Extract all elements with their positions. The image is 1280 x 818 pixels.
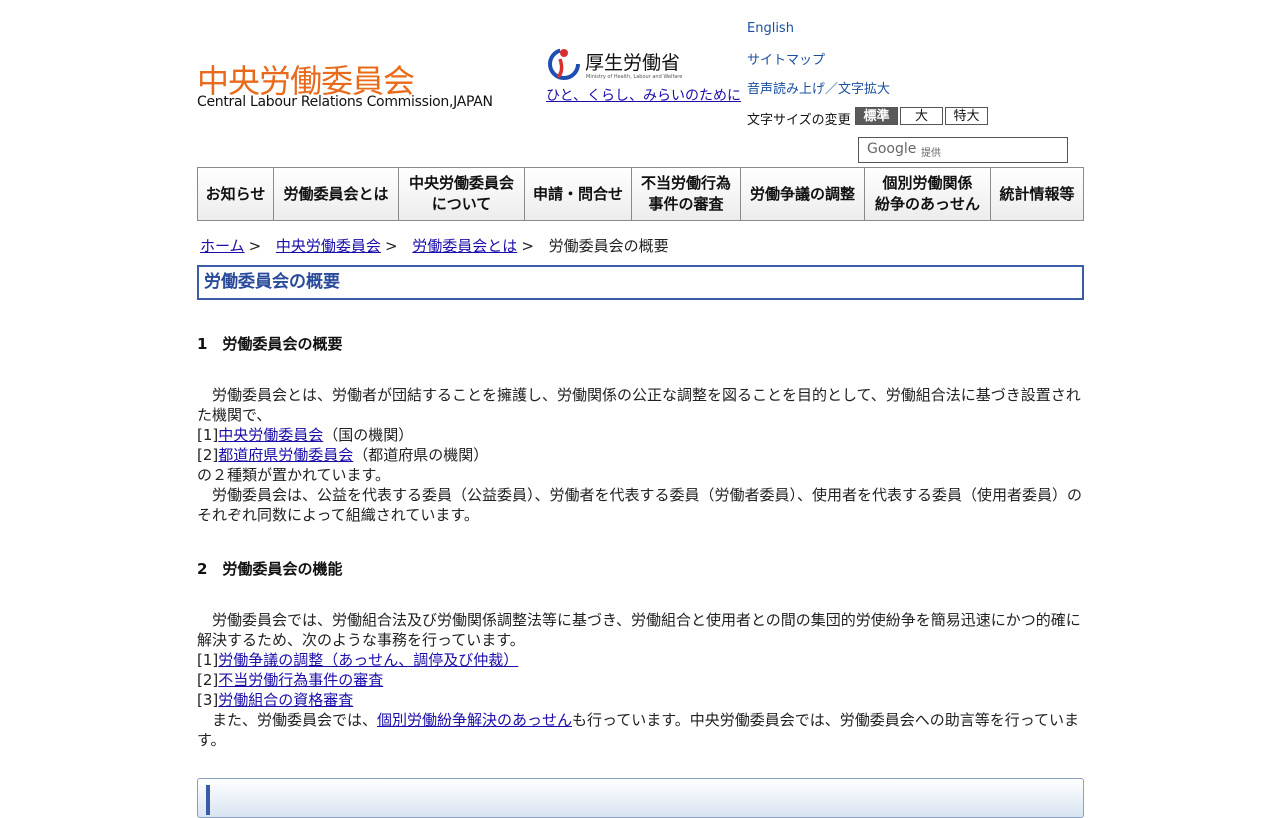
nav-news[interactable]: お知らせ [198, 168, 274, 220]
unfair-labor-case-link[interactable]: 不当労働行為事件の審査 [218, 671, 383, 689]
dispute-adjustment-link[interactable]: 労働争議の調整（あっせん、調停及び仲裁） [218, 651, 518, 669]
breadcrumb-separator: > [248, 237, 262, 255]
breadcrumb-home[interactable]: ホーム [200, 237, 245, 255]
item-number: [2] [197, 671, 219, 689]
section1-para2: 労働委員会は、公益を代表する委員（公益委員）、労働者を代表する委員（労働者委員）… [197, 486, 1083, 524]
section2-heading: 2 労働委員会の機能 [197, 560, 343, 578]
mhlw-name: 厚生労働省 [585, 52, 681, 74]
union-qualification-link[interactable]: 労働組合の資格審査 [218, 691, 353, 709]
breadcrumb: ホーム > 中央労働委員会 > 労働委員会とは > 労働委員会の概要 [200, 235, 669, 256]
nav-applications[interactable]: 申請・問合せ [525, 168, 632, 220]
nav-individual-disputes[interactable]: 個別労働関係 紛争のあっせん [865, 168, 991, 220]
nav-statistics[interactable]: 統計情報等 [991, 168, 1083, 220]
item-number: [1] [197, 651, 219, 669]
breadcrumb-separator: > [384, 237, 398, 255]
section2-para1: 労働委員会では、労働組合法及び労働関係調整法等に基づき、労働組合と使用者との間の… [197, 611, 1081, 649]
item-number: [2] [197, 446, 219, 464]
item-note: （都道府県の機関） [353, 446, 489, 464]
nav-about-central[interactable]: 中央労働委員会 について [399, 168, 525, 220]
breadcrumb-separator: > [521, 237, 534, 255]
list-item: [1]労働争議の調整（あっせん、調停及び仲裁） [197, 650, 1082, 670]
font-size-label: 文字サイズの変更 [747, 113, 851, 128]
nav-unfair-labor[interactable]: 不当労働行為 事件の審査 [632, 168, 741, 220]
english-link[interactable]: English [747, 21, 794, 36]
panel-accent-bar [206, 785, 210, 815]
item-number: [3] [197, 691, 219, 709]
section1-heading: 1 労働委員会の概要 [197, 335, 343, 353]
item-number: [1] [197, 426, 219, 444]
breadcrumb-central[interactable]: 中央労働委員会 [276, 237, 381, 255]
mhlw-logo-icon[interactable] [546, 45, 582, 81]
list-item: [1]中央労働委員会（国の機関） [197, 425, 1082, 445]
item-note: （国の機関） [323, 426, 414, 444]
search-input[interactable]: Google 提供 [858, 137, 1068, 163]
mhlw-name-en: Ministry of Health, Labour and Welfare [586, 74, 683, 80]
list-item: [2]都道府県労働委員会（都道府県の機関） [197, 445, 1082, 465]
page-title: 労働委員会の概要 [197, 265, 1084, 300]
section1-para1: 労働委員会とは、労働者が団結することを擁護し、労働関係の公正な調整を図ることを目… [197, 386, 1081, 424]
list-item: [2]不当労働行為事件の審査 [197, 670, 1082, 690]
font-size-xlarge-button[interactable]: 特大 [945, 107, 988, 125]
list-item: [3]労働組合の資格審査 [197, 690, 1082, 710]
prefectural-commission-link[interactable]: 都道府県労働委員会 [218, 446, 353, 464]
section1-body: 労働委員会とは、労働者が団結することを擁護し、労働関係の公正な調整を図ることを目… [197, 385, 1082, 525]
nav-about-commissions[interactable]: 労働委員会とは [274, 168, 399, 220]
mhlw-slogan-link[interactable]: ひと、くらし、みらいのために [546, 87, 746, 106]
speech-zoom-link[interactable]: 音声読み上げ／文字拡大 [747, 78, 890, 97]
font-size-large-button[interactable]: 大 [900, 107, 943, 125]
sitemap-link[interactable]: サイトマップ [747, 49, 825, 68]
font-size-standard-button[interactable]: 標準 [855, 107, 898, 125]
related-info-panel [197, 778, 1084, 818]
google-brand: Google [867, 141, 917, 157]
central-commission-link[interactable]: 中央労働委員会 [218, 426, 323, 444]
main-nav: お知らせ 労働委員会とは 中央労働委員会 について 申請・問合せ 不当労働行為 … [197, 167, 1084, 221]
search-provided-label: 提供 [921, 148, 941, 159]
breadcrumb-current: 労働委員会の概要 [548, 237, 669, 255]
section1-line: の２種類が置かれています。 [197, 466, 391, 484]
breadcrumb-about[interactable]: 労働委員会とは [412, 237, 517, 255]
para-text: また、労働委員会では、 [197, 711, 378, 729]
site-subtitle: Central Labour Relations Commission,JAPA… [197, 94, 493, 110]
section2-para2: また、労働委員会では、個別労働紛争解決のあっせんも行っています。中央労働委員会で… [197, 710, 1082, 750]
individual-dispute-link[interactable]: 個別労働紛争解決のあっせん [377, 711, 572, 729]
section2-body: 労働委員会では、労働組合法及び労働関係調整法等に基づき、労働組合と使用者との間の… [197, 610, 1082, 750]
nav-dispute-adjustment[interactable]: 労働争議の調整 [741, 168, 865, 220]
